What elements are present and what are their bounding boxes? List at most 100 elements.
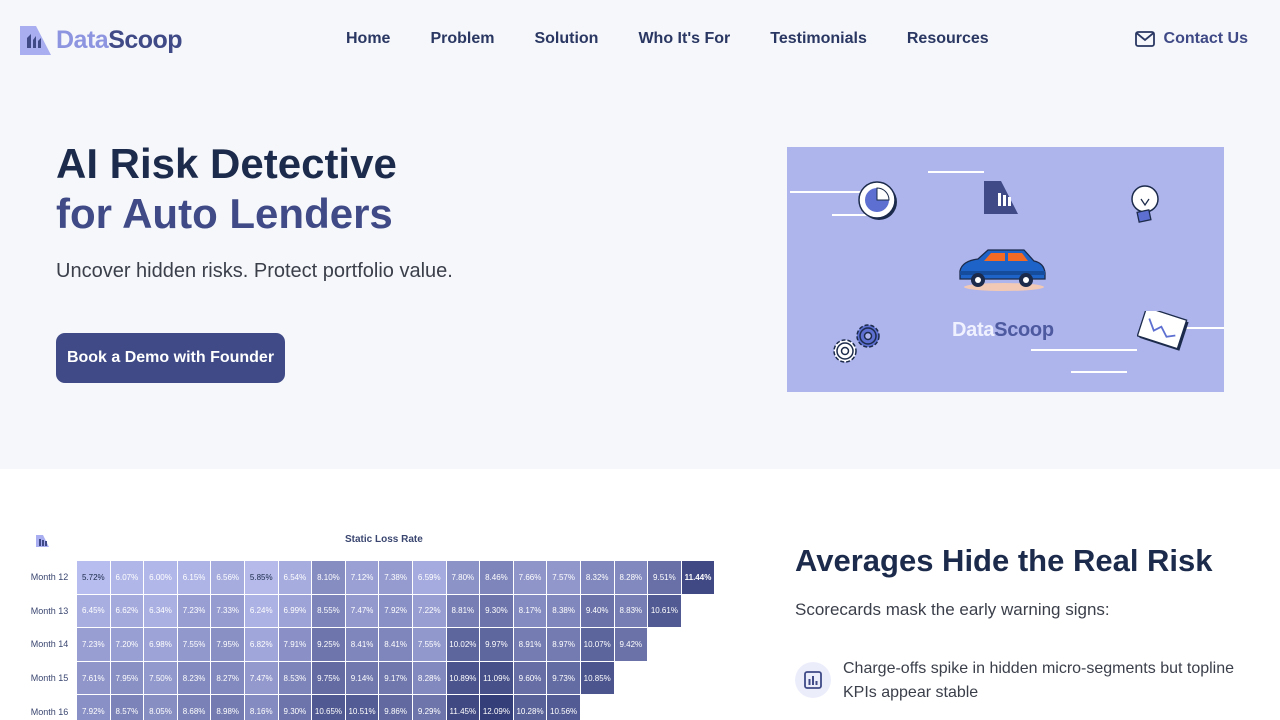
illustration-brand-part2: Scoop bbox=[994, 319, 1054, 341]
heatmap-cell: 9.30% bbox=[479, 593, 514, 629]
hero-illustration: DataScoop bbox=[787, 147, 1224, 392]
heatmap-cell: 7.20% bbox=[109, 627, 145, 662]
nav-solution[interactable]: Solution bbox=[534, 30, 598, 48]
heatmap-cell: 9.60% bbox=[512, 660, 548, 696]
heatmap-cell: 7.47% bbox=[243, 660, 279, 696]
heatmap-table: Month 12 5.72% 6.07% 6.00% 6.15% 6.56% 5.85% 6.… bbox=[23, 560, 716, 720]
illustration-brand-text: DataScoop bbox=[952, 319, 1054, 342]
heatmap-empty-cell bbox=[681, 627, 715, 662]
hero-title-line1: AI Risk Detective bbox=[56, 140, 397, 187]
heatmap-cell: 8.28% bbox=[411, 660, 447, 696]
heatmap-cell: 10.56% bbox=[546, 694, 581, 720]
heatmap-cell: 8.81% bbox=[445, 593, 481, 629]
heatmap-row: Month 15 7.61% 7.95% 7.50% 8.23% 8.27% 7.47% 8.… bbox=[23, 660, 715, 696]
heatmap-cell: 8.16% bbox=[243, 694, 279, 720]
heatmap-cell: 6.82% bbox=[243, 627, 279, 662]
heatmap-cell: 8.68% bbox=[176, 694, 212, 720]
heatmap-row: Month 13 6.45% 6.62% 6.34% 7.23% 7.33% 6.24% 6.… bbox=[23, 593, 715, 629]
nav-resources[interactable]: Resources bbox=[907, 30, 989, 48]
heatmap-cell: 8.17% bbox=[512, 593, 548, 629]
heatmap-cell: 6.59% bbox=[411, 560, 447, 595]
heatmap-cell: 7.23% bbox=[76, 627, 111, 662]
heatmap-cell: 10.61% bbox=[647, 593, 682, 629]
heatmap-cell: 10.85% bbox=[579, 660, 615, 696]
line-chart-icon bbox=[1137, 311, 1189, 351]
heatmap-cell: 7.92% bbox=[378, 593, 413, 629]
heatmap-cell: 8.53% bbox=[277, 660, 313, 696]
heatmap-cell: 9.97% bbox=[479, 627, 514, 662]
heatmap-cell: 6.54% bbox=[277, 560, 313, 595]
heatmap-empty-cell bbox=[647, 661, 682, 695]
brand-wordmark: DataScoop bbox=[56, 25, 183, 55]
heatmap-cell: 6.00% bbox=[143, 560, 178, 595]
feature-icon-badge bbox=[795, 662, 831, 698]
heatmap-cell: 8.38% bbox=[546, 593, 581, 629]
heatmap-cell: 8.46% bbox=[479, 560, 514, 595]
heatmap-cell: 7.66% bbox=[512, 560, 548, 595]
brand-part2: Scoop bbox=[108, 25, 183, 54]
heatmap-cell: 7.38% bbox=[378, 560, 413, 595]
heatmap-logo-icon bbox=[36, 535, 49, 547]
heatmap-cell: 7.22% bbox=[411, 593, 447, 629]
heatmap-cell: 8.10% bbox=[311, 560, 346, 595]
heatmap-cell: 5.72% bbox=[76, 560, 111, 595]
heatmap-cell: 6.34% bbox=[143, 593, 178, 629]
heatmap-cell: 7.55% bbox=[176, 627, 212, 662]
pie-chart-icon bbox=[858, 181, 897, 220]
heatmap-cell: 9.17% bbox=[378, 660, 413, 696]
heatmap-cell: 9.25% bbox=[311, 627, 346, 662]
gears-icon bbox=[833, 324, 880, 363]
heatmap-row-label: Month 13 bbox=[23, 594, 77, 628]
section-title: Averages Hide the Real Risk bbox=[795, 543, 1213, 578]
heatmap-cell: 6.45% bbox=[76, 593, 111, 629]
heatmap-cell: 6.24% bbox=[243, 593, 279, 629]
brand-part1: Data bbox=[56, 25, 109, 54]
heatmap-cell: 6.62% bbox=[109, 593, 145, 629]
feature-item-text: Charge-offs spike in hidden micro-segmen… bbox=[843, 660, 1235, 701]
contact-us-link[interactable]: Contact Us bbox=[1134, 30, 1248, 48]
heatmap-cell: 10.07% bbox=[579, 627, 615, 662]
heatmap-title: Static Loss Rate bbox=[345, 534, 423, 545]
heatmap-row-label: Month 16 bbox=[23, 694, 77, 720]
bar-chart-icon bbox=[804, 671, 822, 689]
heatmap-cell: 6.98% bbox=[143, 627, 178, 662]
heatmap-cell: 7.95% bbox=[109, 660, 145, 696]
heatmap-cell: 8.27% bbox=[210, 660, 245, 696]
heatmap-cell: 6.15% bbox=[176, 560, 212, 595]
heatmap-cell: 6.07% bbox=[109, 560, 145, 595]
heatmap-cell: 5.85% bbox=[243, 560, 279, 595]
heatmap-cell: 8.41% bbox=[378, 627, 413, 662]
heatmap-cell: 8.97% bbox=[546, 627, 581, 662]
nav-who-its-for[interactable]: Who It's For bbox=[638, 30, 730, 48]
hero-section: AI Risk Detective for Auto Lenders Uncov… bbox=[0, 80, 1280, 469]
heatmap-cell: 7.95% bbox=[210, 627, 245, 662]
heatmap-empty-cell bbox=[614, 661, 648, 695]
heatmap-cell: 7.57% bbox=[546, 560, 581, 595]
heatmap-cell: 7.92% bbox=[76, 694, 111, 720]
brand-logo[interactable]: DataScoop bbox=[20, 24, 183, 56]
heatmap-cell: 9.75% bbox=[311, 660, 346, 696]
nav-testimonials[interactable]: Testimonials bbox=[770, 30, 867, 48]
heatmap-cell: 9.86% bbox=[378, 694, 413, 720]
heatmap-cell: 9.14% bbox=[344, 660, 380, 696]
heatmap-cell: 7.47% bbox=[344, 593, 380, 629]
hero-title-line2: for Auto Lenders bbox=[56, 190, 393, 237]
heatmap-cell: 7.33% bbox=[210, 593, 245, 629]
car-icon bbox=[959, 249, 1046, 291]
heatmap-empty-cell bbox=[681, 694, 715, 720]
hero-subtitle: Uncover hidden risks. Protect portfolio … bbox=[56, 260, 453, 282]
heatmap-cell: 10.28% bbox=[512, 694, 548, 720]
heatmap-row: Month 12 5.72% 6.07% 6.00% 6.15% 6.56% 5.85% 6.… bbox=[23, 560, 716, 595]
heatmap-cell: 10.51% bbox=[344, 694, 380, 720]
heatmap-cell: 7.50% bbox=[143, 660, 178, 696]
heatmap-cell: 7.61% bbox=[76, 660, 111, 696]
heatmap-row: Month 14 7.23% 7.20% 6.98% 7.55% 7.95% 6.82% 7.… bbox=[23, 627, 715, 662]
mail-icon bbox=[1134, 31, 1155, 47]
heatmap-empty-cell bbox=[647, 694, 682, 720]
main-menu: Home Problem Solution Who It's For Testi… bbox=[346, 30, 1029, 48]
heatmap-cell: 7.55% bbox=[411, 627, 447, 662]
book-demo-button[interactable]: Book a Demo with Founder bbox=[56, 333, 285, 383]
nav-home[interactable]: Home bbox=[346, 30, 390, 48]
illustration-brand-part1: Data bbox=[952, 319, 995, 341]
nav-problem[interactable]: Problem bbox=[430, 30, 494, 48]
